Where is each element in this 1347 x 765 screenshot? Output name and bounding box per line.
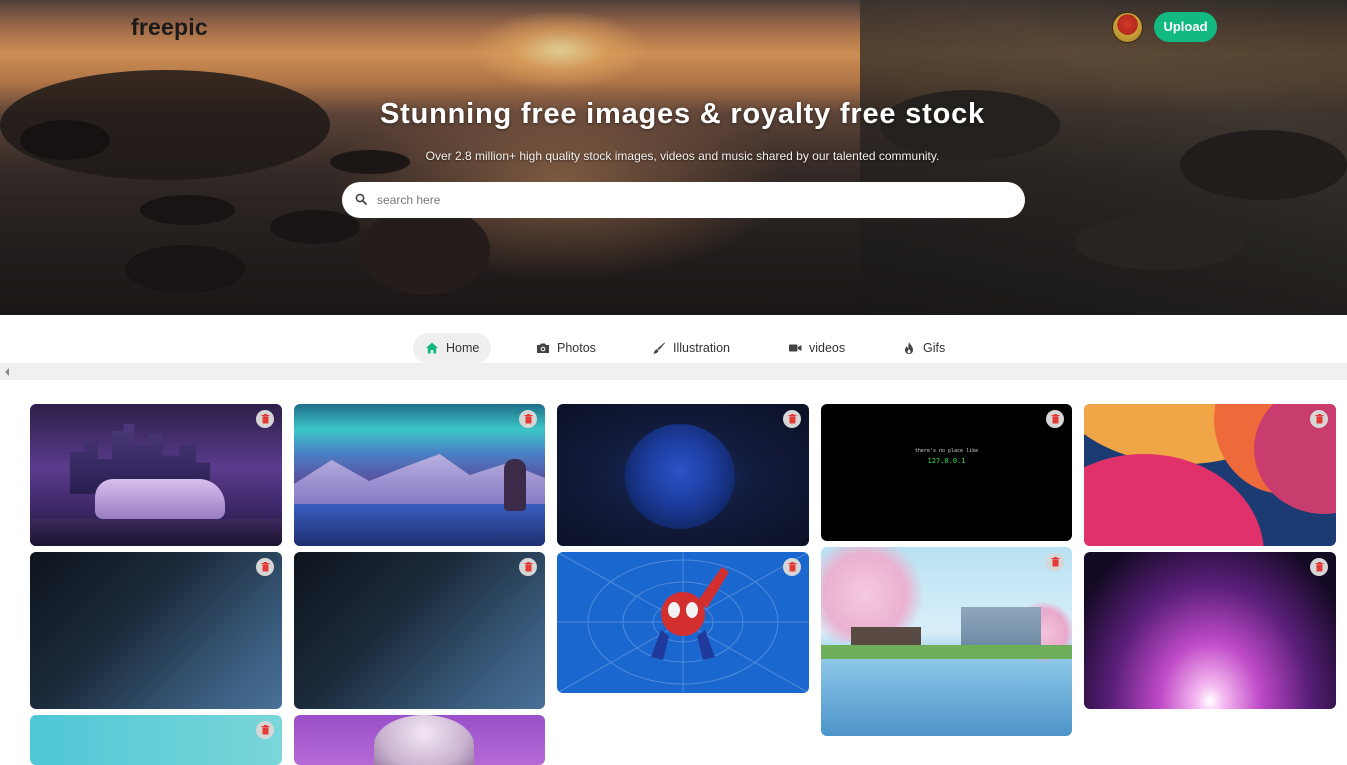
trash-icon <box>1051 557 1059 567</box>
hero-subline: Over 2.8 million+ high quality stock ima… <box>425 149 940 163</box>
gallery-image-purple-light-burst[interactable] <box>1084 552 1336 709</box>
trash-icon <box>261 562 269 572</box>
user-avatar[interactable] <box>1112 12 1143 43</box>
search-bar[interactable] <box>342 182 1025 218</box>
tab-photos-label: Photos <box>557 341 596 355</box>
hero-banner: freepic Upload Stunning free images & ro… <box>0 0 1347 315</box>
tab-videos[interactable]: videos <box>776 333 857 363</box>
trash-icon <box>788 414 796 424</box>
gallery-image-terminal[interactable]: there's no place like 127.0.0.1 <box>821 404 1072 541</box>
tab-videos-label: videos <box>809 341 846 355</box>
tab-illustration[interactable]: Illustration <box>640 333 742 363</box>
camera-icon <box>537 343 549 353</box>
delete-button[interactable] <box>519 410 537 428</box>
delete-button[interactable] <box>1310 410 1328 428</box>
terminal-text-line2: 127.0.0.1 <box>927 457 966 465</box>
tab-gifs[interactable]: Gifs <box>890 333 957 363</box>
gallery-image-abstract-shapes[interactable] <box>1084 404 1336 546</box>
delete-button[interactable] <box>1310 558 1328 576</box>
fire-icon <box>905 342 913 354</box>
delete-button[interactable] <box>256 558 274 576</box>
upload-button[interactable]: Upload <box>1154 12 1217 42</box>
delete-button[interactable] <box>783 410 801 428</box>
trash-icon <box>261 725 269 735</box>
gallery-image-dark-gradient-2[interactable] <box>294 552 545 709</box>
trash-icon <box>1315 414 1323 424</box>
trash-icon <box>788 562 796 572</box>
tab-illustration-label: Illustration <box>673 341 730 355</box>
spider-web-pattern <box>557 552 809 693</box>
gallery-image-purple-hood[interactable] <box>294 715 545 765</box>
home-icon <box>426 342 438 354</box>
delete-button[interactable] <box>1046 410 1064 428</box>
delete-button[interactable] <box>1046 553 1064 571</box>
delete-button[interactable] <box>783 558 801 576</box>
gallery-image-blue-rose[interactable] <box>557 404 809 546</box>
tab-home-label: Home <box>446 341 480 355</box>
trash-icon <box>1051 414 1059 424</box>
video-camera-icon <box>789 344 802 352</box>
delete-button[interactable] <box>256 721 274 739</box>
trash-icon <box>524 414 532 424</box>
gallery-image-aurora-mountains[interactable] <box>294 404 545 546</box>
trash-icon <box>1315 562 1323 572</box>
tab-gifs-label: Gifs <box>923 341 946 355</box>
search-input[interactable] <box>377 190 1007 210</box>
site-logo[interactable]: freepic <box>131 14 208 41</box>
tab-home[interactable]: Home <box>413 333 492 363</box>
hero-headline: Stunning free images & royalty free stoc… <box>380 98 985 130</box>
gallery-image-pixel-lake[interactable] <box>821 547 1072 736</box>
gallery-image-city-car[interactable] <box>30 404 282 546</box>
trash-icon <box>524 562 532 572</box>
scroll-left-arrow-icon[interactable] <box>5 368 9 376</box>
nav-horizontal-scrollbar[interactable] <box>0 363 1347 380</box>
search-icon <box>355 193 367 205</box>
tab-photos[interactable]: Photos <box>524 333 608 363</box>
terminal-text-line1: there's no place like <box>914 448 979 454</box>
delete-button[interactable] <box>256 410 274 428</box>
trash-icon <box>261 414 269 424</box>
brush-icon <box>653 342 665 354</box>
gallery-image-spiderman[interactable] <box>557 552 809 693</box>
delete-button[interactable] <box>519 558 537 576</box>
gallery-image-teal[interactable] <box>30 715 282 765</box>
gallery-image-dark-gradient-1[interactable] <box>30 552 282 709</box>
category-nav: Home Photos Illustration videos Gifs <box>0 330 1347 364</box>
